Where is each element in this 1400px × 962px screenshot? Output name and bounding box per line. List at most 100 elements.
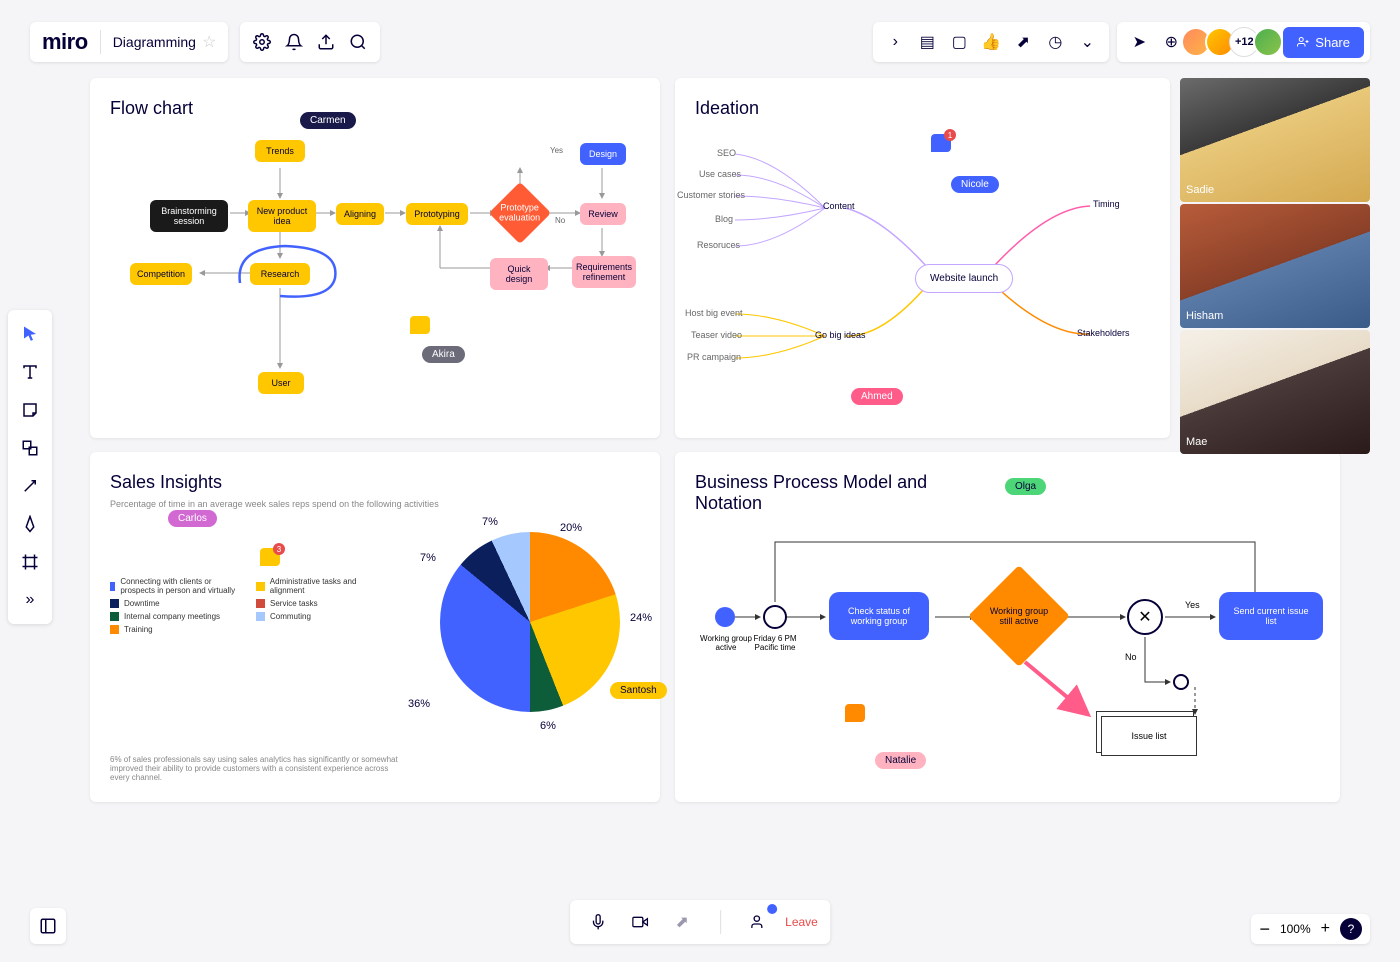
frame-flowchart[interactable]: Flow chart Trends Brainstorming session … (90, 78, 660, 438)
divider (720, 910, 721, 934)
branch-timing[interactable]: Timing (1093, 199, 1120, 209)
pen-tool[interactable] (12, 506, 48, 542)
frame-subtitle: Percentage of time in an average week sa… (110, 499, 640, 509)
node-review[interactable]: Review (580, 203, 626, 225)
board-info-group: miro Diagramming ☆ (30, 22, 228, 62)
zoom-level[interactable]: 100% (1280, 922, 1311, 936)
cursor-olga: Olga (1005, 478, 1046, 495)
zoom-out[interactable]: − (1259, 919, 1270, 940)
activity-icon[interactable]: ⬈ (1007, 26, 1039, 58)
node-req-refine[interactable]: Requirements refinement (572, 256, 636, 288)
call-controls: ⬈ Leave (570, 900, 830, 944)
zoom-in[interactable]: + (1321, 920, 1330, 938)
cursor-icon[interactable]: ➤ (1123, 26, 1155, 58)
frame-title: Ideation (695, 98, 1150, 119)
leaf-use-cases[interactable]: Use cases (699, 169, 741, 179)
pie-chart[interactable] (440, 532, 620, 712)
leaf-host-event[interactable]: Host big event (685, 308, 743, 318)
more-icon[interactable]: ⌄ (1071, 26, 1103, 58)
pie-pct-7b: 7% (482, 516, 498, 528)
comment-icon[interactable] (410, 316, 430, 334)
comment-icon[interactable] (845, 704, 865, 722)
video-thumbnail[interactable]: Mae (1180, 330, 1370, 454)
node-npi[interactable]: New product idea (248, 200, 316, 232)
bpmn-timer-event[interactable] (763, 605, 787, 629)
node-competition[interactable]: Competition (130, 263, 192, 285)
node-proto-eval[interactable]: Prototype evaluation (489, 182, 551, 244)
leaf-pr[interactable]: PR campaign (687, 352, 741, 362)
edge-label-yes: Yes (550, 146, 563, 155)
video-thumbnail[interactable]: Hisham (1180, 204, 1370, 328)
bpmn-end-event[interactable] (1173, 674, 1189, 690)
mindmap-lines (675, 78, 1170, 438)
star-icon[interactable]: ☆ (202, 32, 216, 52)
edge-yes: Yes (1185, 600, 1200, 610)
node-trends[interactable]: Trends (255, 140, 305, 162)
bpmn-task-send[interactable]: Send current issue list (1219, 592, 1323, 640)
camera-icon[interactable] (624, 906, 656, 938)
user-add-icon[interactable] (743, 906, 775, 938)
leaf-resources[interactable]: Resoruces (697, 240, 740, 250)
edge-no: No (1125, 652, 1137, 662)
node-user[interactable]: User (258, 372, 304, 394)
search-icon[interactable] (342, 26, 374, 58)
branch-gobig[interactable]: Go big ideas (815, 330, 866, 340)
text-tool[interactable] (12, 354, 48, 390)
bpmn-intermediate-event[interactable]: ✕ (1127, 599, 1163, 635)
pie-pct-6: 6% (540, 720, 556, 732)
pie-legend: Connecting with clients or prospects in … (110, 577, 390, 638)
divider (100, 30, 101, 54)
screenshare-icon[interactable]: ⬈ (666, 906, 698, 938)
bpmn-start-event[interactable] (715, 607, 735, 627)
leave-button[interactable]: Leave (785, 915, 818, 929)
frame-ideation[interactable]: Ideation Website launch Content Go big i… (675, 78, 1170, 438)
mindmap-center[interactable]: Website launch (915, 264, 1013, 293)
node-design[interactable]: Design (580, 143, 626, 165)
branch-content[interactable]: Content (823, 201, 855, 211)
frame-bpmn[interactable]: Business Process Model and Notation Work… (675, 452, 1340, 802)
share-button[interactable]: Share (1283, 27, 1364, 58)
notes-icon[interactable]: ▤ (911, 26, 943, 58)
reactions-icon[interactable]: 👍 (975, 26, 1007, 58)
bpmn-task-check[interactable]: Check status of working group (829, 592, 929, 640)
avatar[interactable] (1253, 27, 1283, 57)
export-icon[interactable] (310, 26, 342, 58)
chevron-icon[interactable]: › (879, 26, 911, 58)
present-icon[interactable]: ▢ (943, 26, 975, 58)
canvas[interactable]: Flow chart Trends Brainstorming session … (90, 78, 1370, 902)
pie-pct-36: 36% (408, 698, 430, 710)
shapes-tool[interactable] (12, 430, 48, 466)
node-prototyping[interactable]: Prototyping (406, 203, 468, 225)
branch-stakeholders[interactable]: Stakeholders (1077, 328, 1130, 338)
help-icon[interactable]: ? (1340, 918, 1362, 940)
bpmn-gateway[interactable]: Working group still active (968, 565, 1070, 667)
node-quick-design[interactable]: Quick design (490, 258, 548, 290)
connector-tool[interactable] (12, 468, 48, 504)
sticky-tool[interactable] (12, 392, 48, 428)
bpmn-data-object[interactable]: Issue list (1101, 716, 1197, 756)
frames-panel-toggle[interactable] (30, 908, 66, 944)
mic-icon[interactable] (582, 906, 614, 938)
timer-icon[interactable]: ◷ (1039, 26, 1071, 58)
frame-tool[interactable] (12, 544, 48, 580)
avatar-group[interactable]: +12 (1187, 27, 1283, 57)
comment-icon[interactable]: 1 (931, 134, 951, 152)
leaf-seo[interactable]: SEO (717, 148, 736, 158)
node-brainstorm[interactable]: Brainstorming session (150, 200, 228, 232)
board-name[interactable]: Diagramming (113, 34, 196, 50)
leaf-blog[interactable]: Blog (715, 214, 733, 224)
settings-icon[interactable] (246, 26, 278, 58)
top-bar-right: › ▤ ▢ 👍 ⬈ ◷ ⌄ ➤ ⊕ +12 Share (873, 22, 1370, 62)
pie-pct-24: 24% (630, 612, 652, 624)
pie-pct-20: 20% (560, 522, 582, 534)
frame-sales[interactable]: Sales Insights Percentage of time in an … (90, 452, 660, 802)
select-tool[interactable] (12, 316, 48, 352)
leaf-customer-stories[interactable]: Customer stories (677, 190, 745, 200)
more-tools[interactable]: » (12, 582, 48, 618)
video-thumbnail[interactable]: Sadie (1180, 78, 1370, 202)
leaf-teaser[interactable]: Teaser video (691, 330, 742, 340)
node-research[interactable]: Research (250, 263, 310, 285)
notifications-icon[interactable] (278, 26, 310, 58)
node-aligning[interactable]: Aligning (336, 203, 384, 225)
comment-icon[interactable]: 3 (260, 548, 280, 566)
